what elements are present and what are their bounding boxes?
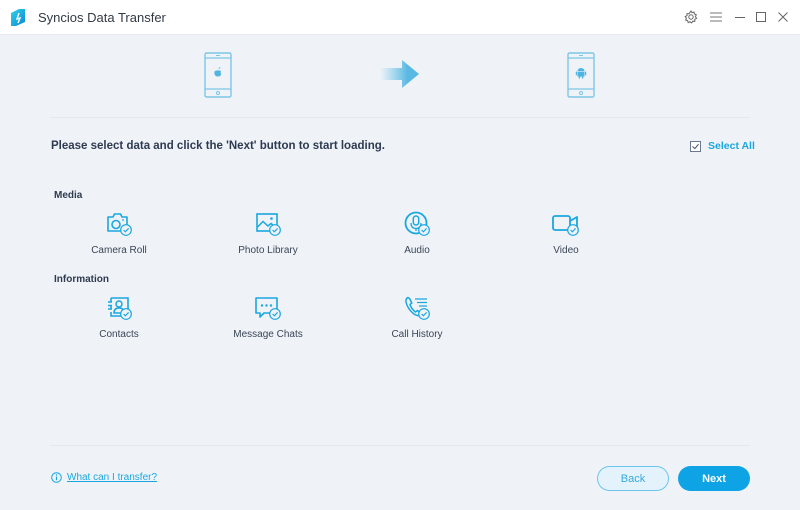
next-button[interactable]: Next: [678, 466, 750, 491]
main-content: Please select data and click the 'Next' …: [0, 35, 800, 510]
camera-icon: [107, 213, 132, 236]
app-title: Syncios Data Transfer: [38, 10, 166, 25]
video-camera-icon: [552, 215, 579, 236]
help-link-text: What can I transfer?: [67, 472, 158, 483]
phone-log-icon: [405, 296, 430, 320]
maximize-button[interactable]: [753, 9, 769, 25]
section-title-media: Media: [54, 190, 83, 201]
item-label: Camera Roll: [91, 245, 147, 256]
maximize-icon: [756, 12, 766, 22]
item-audio[interactable]: Audio: [362, 211, 472, 256]
menu-icon: [710, 12, 722, 22]
picture-icon: [256, 213, 281, 236]
header-divider: [50, 117, 750, 118]
back-button[interactable]: Back: [597, 466, 669, 491]
item-label: Call History: [391, 329, 443, 340]
arrow-right-icon: [380, 60, 419, 88]
item-label: Contacts: [99, 329, 139, 340]
gear-icon: [684, 10, 698, 24]
item-call-history[interactable]: Call History: [362, 295, 472, 340]
item-label: Audio: [404, 245, 430, 256]
instruction-text: Please select data and click the 'Next' …: [51, 140, 385, 152]
select-all-label: Select All: [708, 140, 755, 152]
select-all-checkbox[interactable]: Select All: [690, 140, 755, 152]
chat-bubble-icon: [255, 297, 281, 320]
item-label: Photo Library: [238, 245, 298, 256]
item-video[interactable]: Video: [511, 211, 621, 256]
android-phone-icon: [567, 52, 595, 98]
item-label: Video: [553, 245, 579, 256]
microphone-icon: [404, 211, 430, 236]
item-contacts[interactable]: Contacts: [64, 295, 174, 340]
item-message-chats[interactable]: Message Chats: [213, 295, 323, 340]
item-label: Message Chats: [233, 329, 303, 340]
checkbox-icon: [690, 140, 701, 152]
syncios-logo-icon: [11, 9, 25, 26]
minimize-button[interactable]: [732, 9, 748, 25]
what-can-i-transfer-link[interactable]: What can I transfer?: [51, 472, 157, 483]
item-camera-roll[interactable]: Camera Roll: [64, 211, 174, 256]
settings-button[interactable]: [683, 9, 699, 25]
footer-divider: [50, 445, 750, 446]
minimize-icon: [735, 17, 745, 18]
close-button[interactable]: [775, 9, 791, 25]
title-bar: Syncios Data Transfer: [0, 0, 800, 35]
close-icon: [778, 12, 788, 22]
item-photo-library[interactable]: Photo Library: [213, 211, 323, 256]
contact-book-icon: [108, 297, 132, 320]
section-title-information: Information: [54, 274, 109, 285]
info-icon: [51, 472, 62, 483]
menu-button[interactable]: [708, 9, 724, 25]
apple-phone-icon: [204, 52, 232, 98]
